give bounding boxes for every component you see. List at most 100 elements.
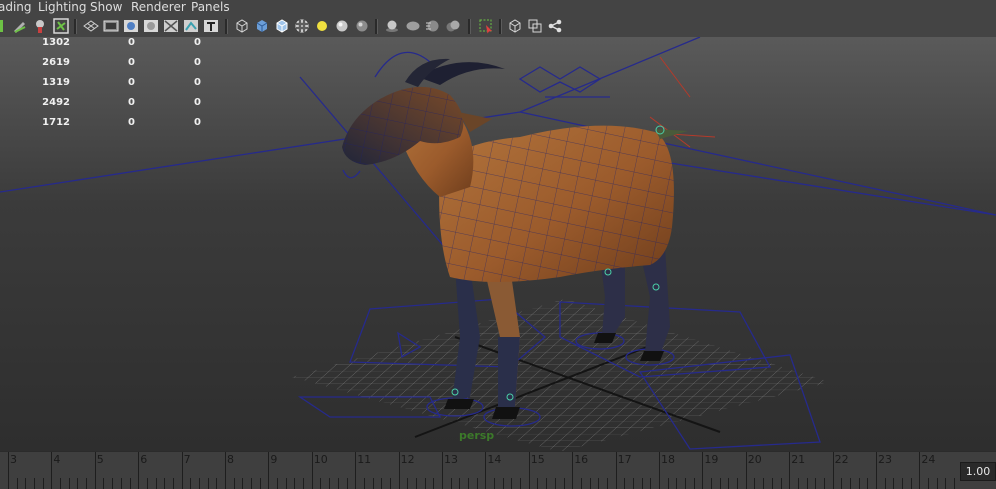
- ruler-minor-tick: [34, 478, 36, 489]
- ruler-minor-tick: [190, 478, 192, 489]
- time-ruler[interactable]: 3 4 5 6 7 8 9 10 11 12 13 14 15 16 17 18 19 20 21 22 23 24: [0, 452, 958, 489]
- frame-all-icon[interactable]: [527, 18, 543, 34]
- all-lights-icon[interactable]: [334, 18, 350, 34]
- smooth-shade-icon[interactable]: [254, 18, 270, 34]
- ruler-tick-label: 16: [574, 453, 589, 466]
- hud-value: 0: [194, 77, 201, 88]
- time-slider[interactable]: 3 4 5 6 7 8 9 10 11 12 13 14 15 16 17 18 19 20 21 22 23 24 1.…: [0, 451, 996, 489]
- camera-label: persp: [459, 429, 495, 442]
- hud-row: 2619 0 0: [0, 57, 260, 77]
- wireframe-on-shaded-icon[interactable]: [274, 18, 290, 34]
- hud-value: 0: [194, 117, 201, 128]
- ruler-tick-label: 19: [704, 453, 719, 466]
- current-frame-field[interactable]: 1.00: [960, 462, 996, 481]
- ruler-minor-tick: [502, 478, 504, 489]
- ruler-minor-tick: [910, 478, 912, 489]
- ruler-tick-label: 8: [227, 453, 234, 466]
- ruler-minor-tick: [303, 478, 305, 489]
- shadows-icon[interactable]: [354, 18, 370, 34]
- ruler-minor-tick: [155, 478, 157, 489]
- ruler-minor-tick: [928, 478, 930, 489]
- resolution-gate-icon[interactable]: [123, 18, 139, 34]
- ruler-minor-tick: [120, 478, 122, 489]
- ruler-minor-tick: [424, 478, 426, 489]
- default-light-icon[interactable]: [314, 18, 330, 34]
- ruler-major-tick: [702, 452, 704, 489]
- ruler-minor-tick: [676, 478, 678, 489]
- share-icon[interactable]: [547, 18, 563, 34]
- menu-shading[interactable]: ading: [0, 0, 32, 15]
- ruler-tick-label: 22: [834, 453, 849, 466]
- ruler-minor-tick: [737, 478, 739, 489]
- film-gate-icon[interactable]: [103, 18, 119, 34]
- ruler-minor-tick: [884, 478, 886, 489]
- gate-mask-icon[interactable]: [143, 18, 159, 34]
- ruler-minor-tick: [198, 478, 200, 489]
- ruler-minor-tick: [650, 478, 652, 489]
- ruler-minor-tick: [520, 478, 522, 489]
- grid-toggle-icon[interactable]: [83, 18, 99, 34]
- ruler-minor-tick: [381, 478, 383, 489]
- ruler-minor-tick: [68, 478, 70, 489]
- wireframe-icon[interactable]: [234, 18, 250, 34]
- ruler-major-tick: [181, 452, 183, 489]
- ruler-tick-label: 24: [921, 453, 936, 466]
- multisample-icon[interactable]: [445, 18, 461, 34]
- hud-value: 2619: [42, 57, 70, 68]
- hud-row: 1319 0 0: [0, 77, 260, 97]
- select-camera-icon[interactable]: [478, 18, 494, 34]
- ruler-minor-tick: [346, 478, 348, 489]
- ruler-minor-tick: [164, 478, 166, 489]
- ambient-occlusion-icon[interactable]: [405, 18, 421, 34]
- ruler-minor-tick: [841, 478, 843, 489]
- menu-show[interactable]: Show: [90, 0, 122, 15]
- isolate-select-icon[interactable]: [384, 18, 400, 34]
- safe-action-icon[interactable]: [163, 18, 179, 34]
- ruler-minor-tick: [554, 478, 556, 489]
- hud-value: 0: [194, 57, 201, 68]
- ruler-minor-tick: [16, 478, 18, 489]
- bookmark-icon[interactable]: [32, 18, 48, 34]
- menu-panels[interactable]: Panels: [191, 0, 230, 15]
- ruler-minor-tick: [207, 478, 209, 489]
- ruler-major-tick: [268, 452, 270, 489]
- ruler-tick-label: 21: [791, 453, 806, 466]
- ruler-major-tick: [485, 452, 487, 489]
- ruler-tick-label: 5: [96, 453, 104, 466]
- ruler-major-tick: [919, 452, 921, 489]
- hud-value: 0: [194, 97, 201, 108]
- ruler-minor-tick: [563, 478, 565, 489]
- camera-attr-icon[interactable]: [53, 18, 69, 34]
- text-icon[interactable]: [203, 18, 219, 34]
- ruler-minor-tick: [433, 478, 435, 489]
- hud-value: 0: [128, 57, 135, 68]
- ruler-minor-tick: [468, 478, 470, 489]
- ruler-minor-tick: [242, 478, 244, 489]
- ruler-minor-tick: [77, 478, 79, 489]
- ruler-minor-tick: [823, 478, 825, 489]
- ruler-major-tick: [528, 452, 530, 489]
- texture-icon[interactable]: [294, 18, 310, 34]
- snap-icon[interactable]: [0, 18, 12, 34]
- ruler-minor-tick: [641, 478, 643, 489]
- ruler-minor-tick: [719, 478, 721, 489]
- ruler-minor-tick: [849, 478, 851, 489]
- menu-renderer[interactable]: Renderer: [131, 0, 186, 15]
- xray-joints-icon[interactable]: [183, 18, 199, 34]
- ruler-major-tick: [51, 452, 53, 489]
- ruler-major-tick: [832, 452, 834, 489]
- motion-blur-icon[interactable]: [425, 18, 441, 34]
- ruler-minor-tick: [146, 478, 148, 489]
- ruler-tick-label: 3: [10, 453, 17, 466]
- cube-icon[interactable]: [507, 18, 523, 34]
- pencil-icon[interactable]: [12, 18, 28, 34]
- perspective-viewport[interactable]: 1302 0 0 2619 0 0 1319 0 0 2492 0 0 1712…: [0, 37, 996, 451]
- ruler-major-tick: [8, 452, 9, 489]
- ruler-minor-tick: [606, 478, 608, 489]
- ruler-tick-label: 17: [617, 453, 632, 466]
- ruler-minor-tick: [806, 478, 808, 489]
- ruler-tick-label: 23: [878, 453, 892, 466]
- ruler-major-tick: [572, 452, 574, 489]
- menu-lighting[interactable]: Lighting: [38, 0, 87, 15]
- ruler-minor-tick: [537, 478, 539, 489]
